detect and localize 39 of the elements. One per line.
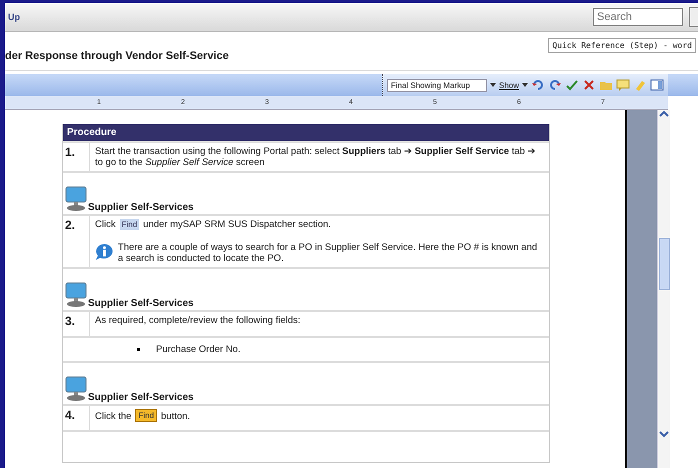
document-title: der Response through Vendor Self-Service [5,50,229,62]
step-text: As required, complete/review the following fields: [95,315,300,326]
section-title: Supplier Self-Services [88,392,194,403]
step-text: Click the [95,411,132,422]
top-bar-title: Up [8,12,21,22]
scroll-down-icon[interactable] [659,430,669,438]
table-heading: Procedure [63,124,549,141]
markup-dropdown[interactable]: Final Showing Markup [386,78,487,92]
step-text: under mySAP SRM SUS Dispatcher section. [143,219,331,230]
note-text: There are a couple of ways to search for a PO in Supplier Self Service. Here the PO # is known and a search is conducted to locate the PO. [118,242,538,264]
scroll-up-icon[interactable] [659,110,669,118]
monitor-icon [65,282,87,308]
step-number: 3. [64,313,76,330]
reject-change-icon[interactable] [582,78,596,92]
step-number: 2. [64,217,76,234]
bullet-icon [137,348,140,351]
monitor-icon [65,186,87,212]
search-field[interactable]: Search [593,8,683,26]
comment-icon[interactable] [616,78,630,92]
step-number: 4. [64,407,76,424]
field-name: Purchase Order No. [156,344,240,355]
previous-change-icon[interactable] [531,78,545,92]
search-button[interactable] [689,7,698,27]
monitor-icon [65,376,87,402]
next-change-icon[interactable] [548,78,562,92]
section-title: Supplier Self-Services [88,202,194,213]
vertical-scrollbar[interactable] [657,110,670,468]
accept-change-icon[interactable] [565,78,579,92]
section-title: Supplier Self-Services [88,298,194,309]
step-text: Click [95,219,116,230]
step-text: button. [161,411,190,422]
step-text: Start the transaction using the following Portal path: select Suppliers tab ➔ Supplier Self Service tab ➔ to go to the Supplier Self Service screen [95,146,536,168]
caret-icon[interactable] [522,83,528,87]
scroll-thumb[interactable] [658,238,670,290]
show-button[interactable]: Show [498,80,519,90]
window-tab[interactable]: Quick Reference (Step) - word [548,38,696,52]
step-number: 1. [64,144,76,161]
panel-icon[interactable] [650,78,664,92]
caret-icon[interactable] [490,83,496,87]
